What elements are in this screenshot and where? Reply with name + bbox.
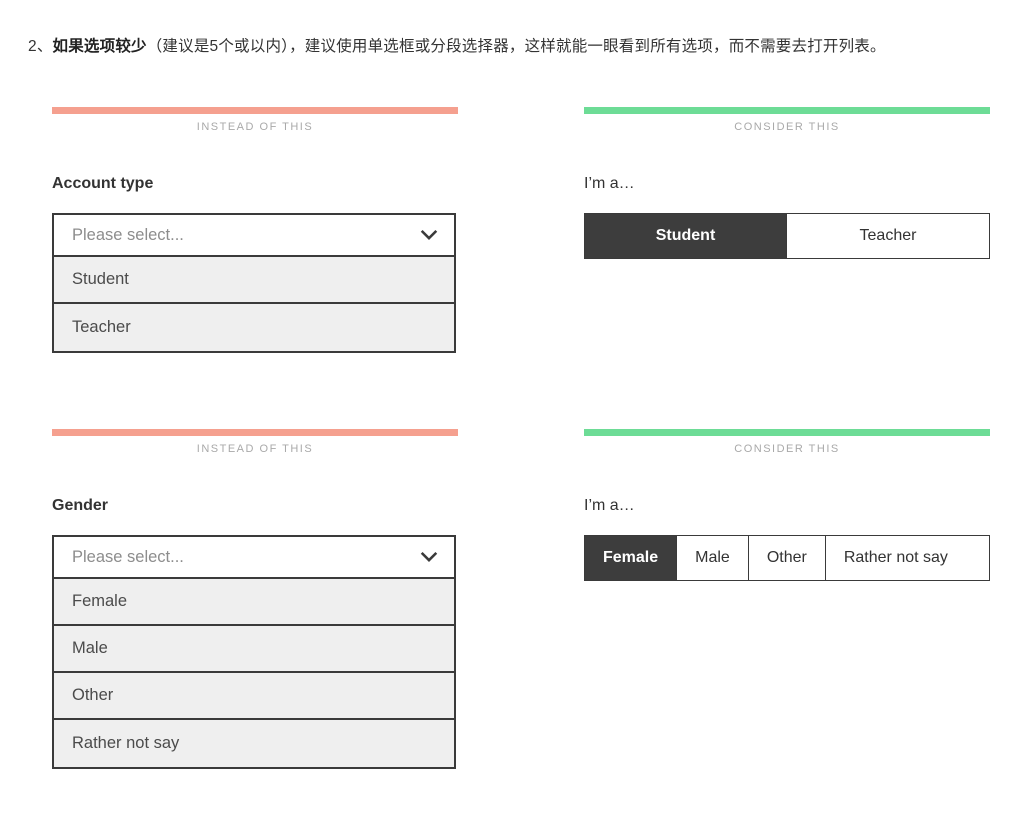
gender-option-other[interactable]: Other [54, 673, 454, 720]
intro-list-number: 2、 [28, 37, 53, 55]
segment-male[interactable]: Male [677, 536, 749, 580]
gender-label: Gender [52, 497, 109, 514]
example-1-bad: INSTEAD OF THIS Account type Please sele… [52, 107, 458, 353]
intro-rest-text: （建议是5个或以内），建议使用单选框或分段选择器，这样就能一眼看到所有选项，而不… [146, 37, 886, 55]
segment-other[interactable]: Other [748, 536, 826, 580]
good-banner-rule [584, 429, 990, 436]
chevron-down-icon[interactable] [418, 224, 440, 246]
segment-rather-not-say[interactable]: Rather not say [825, 536, 966, 580]
account-type-select-placeholder: Please select... [72, 225, 184, 244]
bad-banner-rule [52, 107, 458, 114]
account-type-segmented-control[interactable]: Student Teacher [584, 213, 990, 259]
good-banner-label: CONSIDER THIS [734, 121, 840, 133]
segment-teacher[interactable]: Teacher [787, 214, 989, 258]
chevron-down-icon[interactable] [418, 546, 440, 568]
gender-option-rather-not-say[interactable]: Rather not say [54, 720, 454, 767]
gender-option-list: Female Male Other Rather not say [52, 579, 456, 769]
gender-select[interactable]: Please select... Female Male Other Rathe… [52, 535, 456, 769]
gender-segmented-control[interactable]: Female Male Other Rather not say [584, 535, 990, 581]
gender-select-placeholder: Please select... [72, 547, 184, 566]
bad-banner-label: INSTEAD OF THIS [196, 121, 314, 133]
example-2-bad: INSTEAD OF THIS Gender Please select... … [52, 429, 458, 769]
intro-bold-phrase: 如果选项较少 [52, 37, 147, 55]
example-1-good: CONSIDER THIS I’m a… Student Teacher [584, 107, 990, 259]
gender-select-trigger[interactable]: Please select... [52, 535, 456, 579]
account-type-option-list: Student Teacher [52, 257, 456, 353]
good-banner-rule [584, 107, 990, 114]
account-type-option-teacher[interactable]: Teacher [54, 304, 454, 351]
bad-banner-label: INSTEAD OF THIS [196, 443, 314, 455]
intro-paragraph: 2、如果选项较少（建议是5个或以内），建议使用单选框或分段选择器，这样就能一眼看… [28, 30, 1018, 63]
example-2-good: CONSIDER THIS I’m a… Female Male Other R… [584, 429, 990, 581]
gender-option-female[interactable]: Female [54, 579, 454, 626]
account-type-select[interactable]: Please select... Student Teacher [52, 213, 456, 353]
bad-banner-rule [52, 429, 458, 436]
im-a-label-1: I’m a… [584, 175, 635, 192]
segment-female[interactable]: Female [585, 536, 678, 580]
good-banner-label: CONSIDER THIS [734, 443, 840, 455]
segment-student[interactable]: Student [585, 214, 787, 258]
im-a-label-2: I’m a… [584, 497, 635, 514]
gender-option-male[interactable]: Male [54, 626, 454, 673]
account-type-option-student[interactable]: Student [54, 257, 454, 304]
account-type-label: Account type [52, 175, 154, 192]
account-type-select-trigger[interactable]: Please select... [52, 213, 456, 257]
